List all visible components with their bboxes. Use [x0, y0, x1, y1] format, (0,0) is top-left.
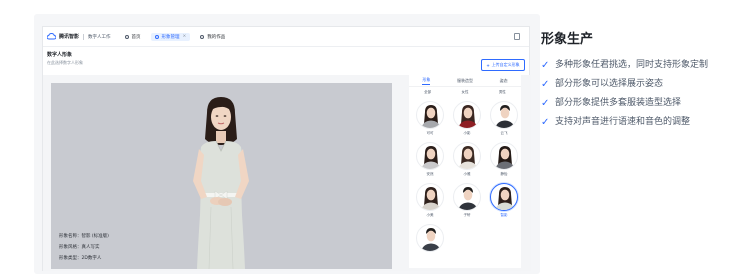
avatar-thumbnail[interactable] [416, 183, 444, 211]
category-female[interactable]: 女性 [461, 90, 468, 95]
feature-text: 部分形象提供多套服装造型选择 [555, 98, 682, 108]
home-icon [124, 34, 129, 39]
avatar-thumbnail[interactable] [416, 142, 444, 170]
tab-home[interactable]: 首页 [124, 34, 141, 40]
tab-label: 我的作品 [207, 34, 226, 40]
check-icon: ✓ [541, 98, 550, 109]
feature-item: ✓ 支持对声音进行语速和音色的调整 [541, 114, 741, 131]
avatar-thumbnail[interactable] [416, 101, 444, 129]
avatar-option[interactable]: 小影 [452, 101, 482, 136]
avatar-name: 智影 [500, 213, 508, 217]
page-title: 数字人形象 [47, 52, 73, 58]
upload-label: 上传自定义形象 [491, 62, 520, 67]
avatar-info: 形象名称：智影 (标准版) 形象风格：真人写实 形象类型：2D数字人 [59, 231, 109, 264]
feature-item: ✓ 多种形象任君挑选，同时支持形象定制 [541, 57, 741, 74]
check-icon: ✓ [541, 60, 550, 71]
avatar-thumbnail[interactable] [453, 142, 481, 170]
avatar-option[interactable] [415, 224, 445, 259]
avatar-name: 小影 [463, 131, 471, 135]
tab-outfit[interactable]: 服装造型 [457, 78, 473, 84]
digital-human-figure [193, 97, 249, 269]
info-line: 形象名称：智影 (标准版) [59, 234, 109, 239]
category-filter: 全部 女性 男性 [409, 90, 521, 95]
avatar-option[interactable]: 静怡 [489, 142, 519, 177]
avatar-thumbnail[interactable] [490, 142, 518, 170]
category-male[interactable]: 男性 [499, 90, 506, 95]
folder-icon [200, 34, 205, 39]
avatar-name: 可可 [426, 131, 434, 135]
info-line: 形象类型：2D数字人 [59, 256, 102, 261]
avatar-thumbnail[interactable] [416, 224, 444, 252]
avatar-thumbnail[interactable] [453, 101, 481, 129]
category-all[interactable]: 全部 [424, 90, 431, 95]
cloud-logo-icon [47, 33, 56, 40]
feature-item: ✓ 部分形象提供多套服装造型选择 [541, 95, 741, 112]
avatar-option[interactable]: 子轩 [452, 183, 482, 218]
avatar-name: 小雅 [463, 172, 471, 176]
feature-text: 部分形象可以选择展示姿态 [555, 79, 664, 89]
preview-area: 形象名称：智影 (标准版) 形象风格：真人写实 形象类型：2D数字人 [43, 75, 405, 271]
feature-item: ✓ 部分形象可以选择展示姿态 [541, 76, 741, 93]
brand-name: 腾讯智影 [59, 34, 80, 40]
avatar-preview: 形象名称：智影 (标准版) 形象风格：真人写实 形象类型：2D数字人 [51, 83, 392, 269]
avatar-option[interactable]: 小美 [415, 183, 445, 218]
feature-title: 形象生产 [541, 32, 594, 47]
avatar-option[interactable]: 智影 [489, 183, 519, 218]
tab-label: 形象管理 [161, 34, 180, 40]
avatar-option[interactable]: 云飞 [489, 101, 519, 136]
avatar-sidebar: 形象 服装造型 姿态 全部 女性 男性 可可 小影 云飞安然 小雅 静怡小美 子轩 智影 [405, 75, 531, 271]
person-icon [495, 187, 515, 210]
document-icon[interactable] [514, 33, 520, 40]
avatar-option[interactable]: 小雅 [452, 142, 482, 177]
tab-avatar-management[interactable]: 形象管理 × [150, 32, 191, 41]
feature-panel: 形象生产 ✓ 多种形象任君挑选，同时支持形象定制 ✓ 部分形象可以选择展示姿态 … [541, 28, 741, 133]
person-icon [421, 187, 441, 210]
person-icon [458, 187, 478, 210]
page-subtitle: 在此选择数字人形象 [47, 60, 83, 65]
info-line: 形象风格：真人写实 [59, 245, 100, 250]
tab-pose[interactable]: 姿态 [500, 78, 508, 84]
avatar-name: 静怡 [500, 172, 508, 176]
page-header: 数字人形象 在此选择数字人形象 [47, 51, 83, 66]
avatar-name: 安然 [426, 172, 434, 176]
avatar-icon [154, 34, 159, 39]
person-icon [421, 105, 441, 128]
avatar-option[interactable]: 安然 [415, 142, 445, 177]
person-icon [495, 105, 515, 128]
avatar-grid: 可可 小影 云飞安然 小雅 静怡小美 子轩 智影 [415, 101, 518, 259]
avatar-picker: 形象 服装造型 姿态 全部 女性 男性 可可 小影 云飞安然 小雅 静怡小美 子轩 智影 [409, 75, 521, 268]
check-icon: ✓ [541, 79, 550, 90]
avatar-name: 子轩 [463, 213, 471, 217]
product-screenshot: 腾讯智影 数字人工作 首页 形象管理 × 我的作品 数字人形象 在此选择数字人形… [42, 26, 531, 271]
feature-text: 支持对声音进行语速和音色的调整 [555, 117, 691, 127]
tab-label: 首页 [131, 34, 141, 40]
feature-text: 多种形象任君挑选，同时支持形象定制 [555, 60, 709, 70]
avatar-option[interactable]: 可可 [415, 101, 445, 136]
person-icon [495, 146, 515, 169]
avatar-name: 云飞 [500, 131, 508, 135]
breadcrumb[interactable]: 数字人工作 [88, 34, 111, 40]
tab-my-works[interactable]: 我的作品 [200, 34, 225, 40]
check-icon: ✓ [541, 117, 550, 128]
avatar-thumbnail[interactable] [490, 183, 518, 211]
avatar-thumbnail[interactable] [490, 101, 518, 129]
picker-tabs: 形象 服装造型 姿态 [409, 75, 521, 87]
person-icon [458, 146, 478, 169]
avatar-name: 小美 [426, 213, 434, 217]
person-icon [458, 105, 478, 128]
plus-icon: + [486, 62, 490, 68]
close-tab-icon[interactable]: × [183, 34, 187, 39]
divider [83, 33, 85, 40]
top-bar: 腾讯智影 数字人工作 首页 形象管理 × 我的作品 [43, 27, 529, 47]
avatar-thumbnail[interactable] [453, 183, 481, 211]
person-icon [421, 228, 441, 251]
person-icon [421, 146, 441, 169]
tab-avatar[interactable]: 形象 [422, 77, 431, 85]
upload-avatar-button[interactable]: + 上传自定义形象 [481, 59, 525, 71]
